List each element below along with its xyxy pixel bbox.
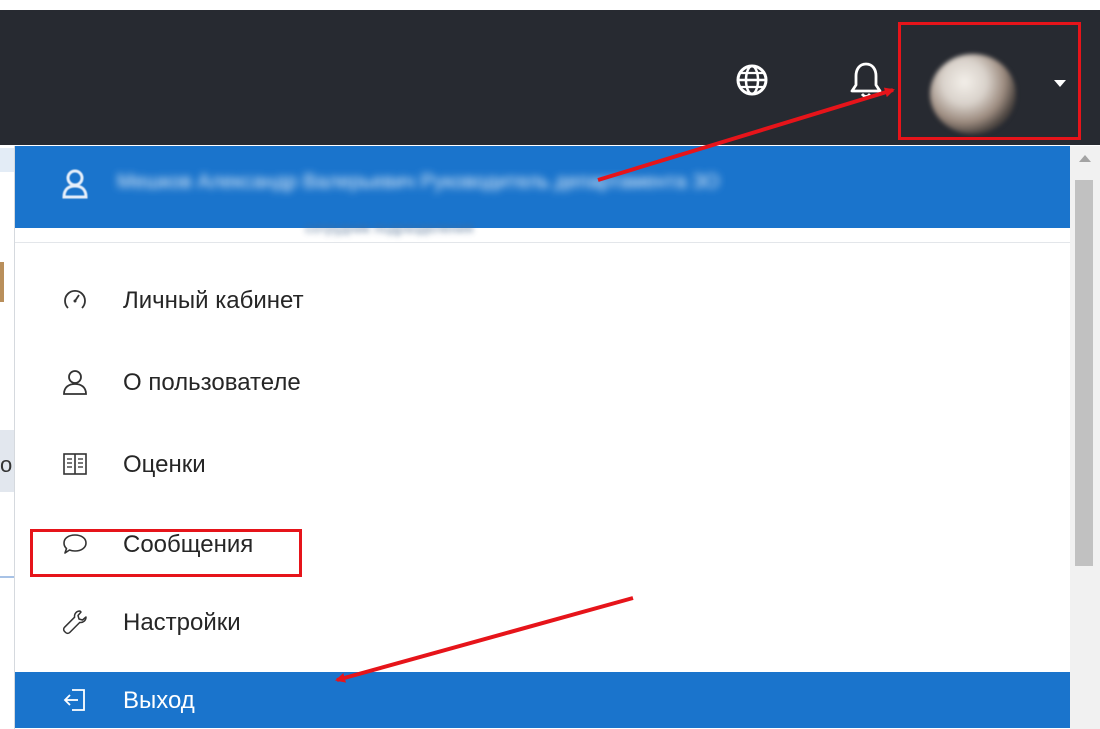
menu-item-grades[interactable]: Оценки [15, 436, 1070, 492]
menu-item-dashboard[interactable]: Личный кабинет [15, 272, 1070, 328]
menu-divider [15, 242, 1070, 243]
menu-item-profile[interactable]: О пользователе [15, 354, 1070, 410]
logout-icon [63, 689, 85, 711]
scroll-up-arrow-icon[interactable] [1079, 155, 1091, 162]
menu-item-label: Личный кабинет [123, 287, 304, 314]
scrollbar-thumb[interactable] [1075, 180, 1093, 566]
vertical-scrollbar[interactable] [1070, 146, 1100, 729]
user-info-header[interactable]: Мешков Александр Валерьевич Руководитель… [15, 146, 1070, 228]
user-icon [63, 370, 87, 395]
user-full-name: Мешков Александр Валерьевич Руководитель… [117, 171, 720, 193]
background-fragment-text: о [0, 452, 13, 477]
user-subtitle: сотрудник подразделения [305, 220, 474, 236]
globe-icon[interactable] [735, 63, 769, 97]
bell-icon[interactable] [848, 60, 884, 100]
menu-item-label: Выход [123, 687, 195, 714]
menu-item-logout[interactable]: Выход [15, 672, 1070, 728]
grades-book-icon [63, 453, 87, 475]
menu-item-settings[interactable]: Настройки [15, 594, 1070, 650]
menu-item-label: Настройки [123, 609, 241, 636]
avatar-highlight-box [898, 22, 1081, 140]
user-dropdown-menu: Мешков Александр Валерьевич Руководитель… [14, 146, 1070, 729]
dashboard-icon [64, 289, 86, 309]
wrench-icon [62, 610, 87, 635]
logout-highlight-box [30, 529, 302, 577]
background-accent-fragment [0, 262, 4, 302]
background-panel-fragment [0, 148, 14, 172]
user-icon [62, 169, 88, 199]
background-text-fragment: о [0, 430, 14, 492]
menu-item-label: Оценки [123, 451, 206, 478]
menu-item-label: О пользователе [123, 369, 301, 396]
background-input-fragment [0, 550, 14, 578]
